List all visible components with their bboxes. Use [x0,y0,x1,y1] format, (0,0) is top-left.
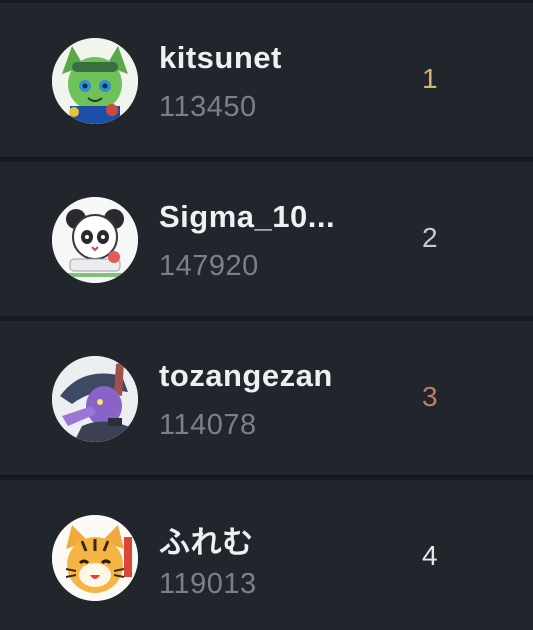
score: 119013 [159,568,257,600]
rank-number: 2 [422,222,438,253]
rank-number: 3 [422,381,438,412]
leaderboard-row[interactable]: kitsunet 113450 1 [0,3,533,159]
leaderboard-list: kitsunet 113450 1 Sigma_10... 147920 2 t… [0,0,533,630]
tiger-character-avatar-icon [52,515,138,601]
leaderboard-row[interactable]: Sigma_10... 147920 2 [0,162,533,318]
username: tozangezan [159,358,333,393]
score: 113450 [159,91,257,123]
leaderboard-row[interactable]: ふれむ 119013 4 [0,480,533,630]
panda-character-avatar-icon [52,197,138,283]
leaderboard-row[interactable]: tozangezan 114078 3 [0,321,533,477]
purple-character-avatar-icon [52,356,138,442]
green-character-avatar-icon [52,38,138,124]
username: kitsunet [159,40,282,75]
username: Sigma_10... [159,199,336,234]
username: ふれむ [159,525,254,560]
score: 114078 [159,409,257,441]
rank-number: 1 [422,63,438,94]
rank-number: 4 [422,540,438,571]
score: 147920 [159,250,259,282]
